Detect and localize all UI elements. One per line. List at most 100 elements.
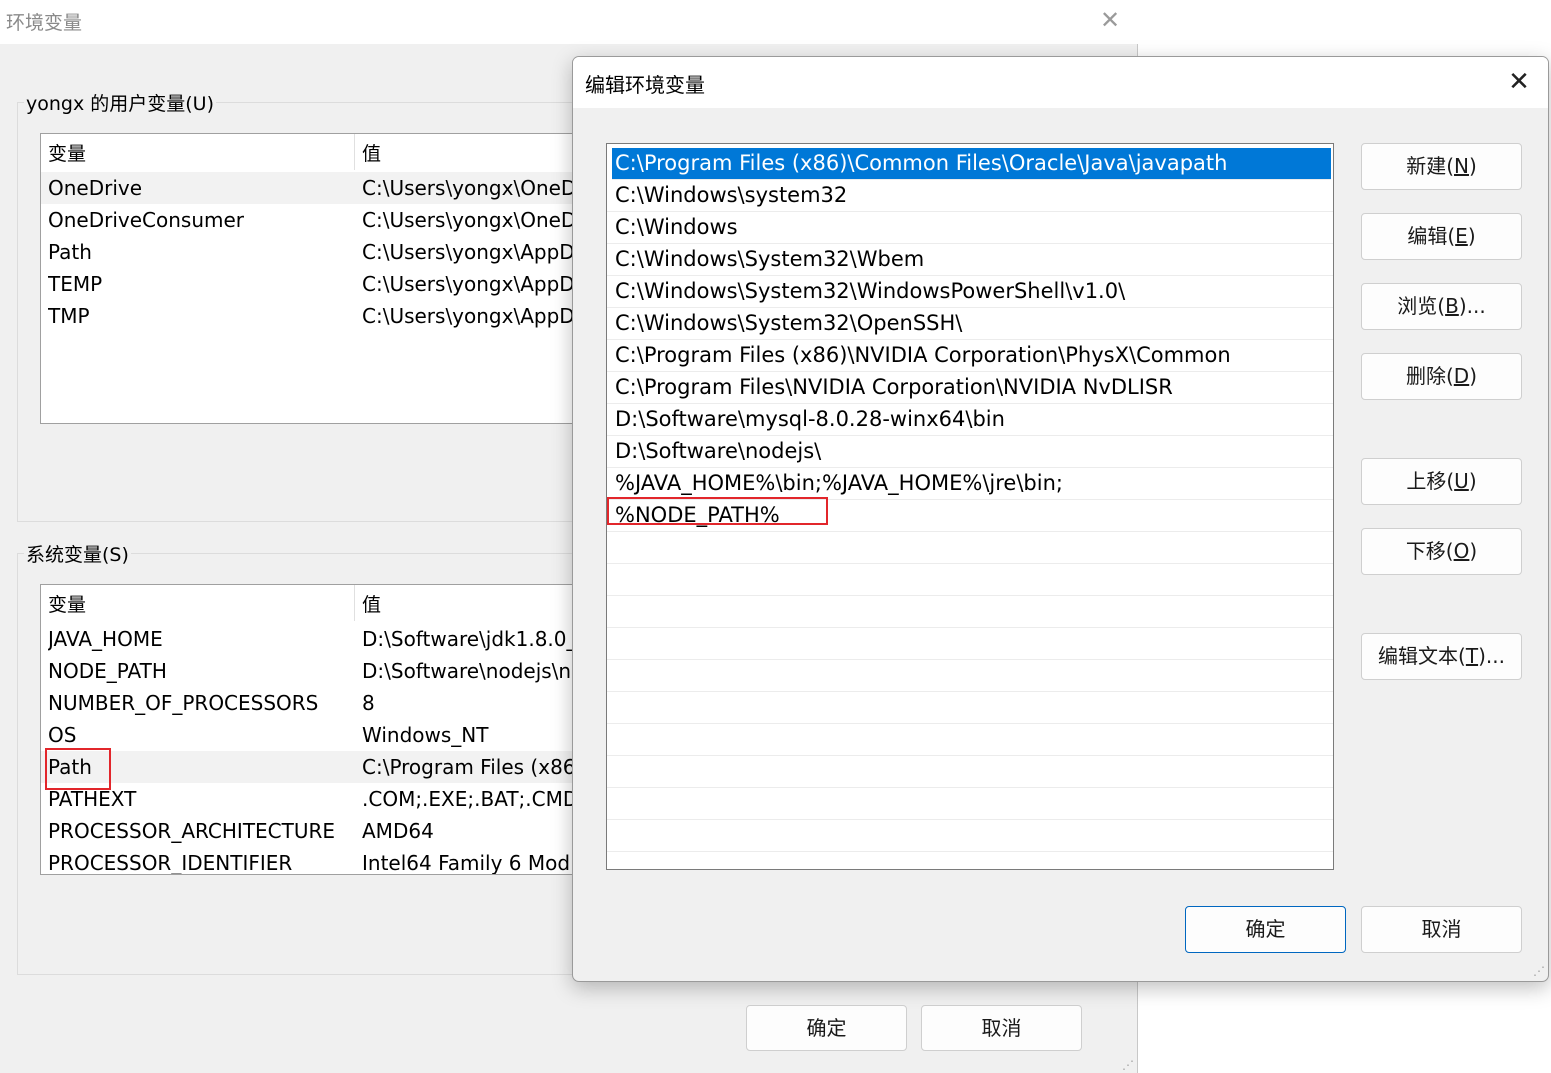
- empty-row[interactable]: [607, 724, 1333, 756]
- path-entry[interactable]: C:\Program Files\NVIDIA Corporation\NVID…: [607, 372, 1333, 404]
- variable-value: Intel64 Family 6 Mod: [362, 851, 571, 875]
- path-entry-text: C:\Windows\System32\OpenSSH\: [615, 311, 963, 335]
- variable-name: PROCESSOR_IDENTIFIER: [48, 851, 293, 875]
- env-window-title: 环境变量: [6, 12, 83, 34]
- path-entry-text: %JAVA_HOME%\bin;%JAVA_HOME%\jre\bin;: [615, 471, 1063, 495]
- table-row[interactable]: Path C:\Program Files (x86: [41, 751, 599, 783]
- edit-button[interactable]: 编辑(E): [1361, 213, 1522, 260]
- variable-value: D:\Software\jdk1.8.0_: [362, 627, 577, 651]
- table-row[interactable]: JAVA_HOME D:\Software\jdk1.8.0_: [41, 623, 599, 655]
- env-ok-button[interactable]: 确定: [746, 1005, 907, 1051]
- empty-row[interactable]: [607, 532, 1333, 564]
- path-entry-text: C:\Windows: [615, 215, 738, 239]
- edit-text-button[interactable]: 编辑文本(T)...: [1361, 633, 1522, 680]
- move-up-button[interactable]: 上移(U): [1361, 458, 1522, 505]
- variable-name: JAVA_HOME: [48, 627, 163, 651]
- path-entry[interactable]: C:\Windows\System32\Wbem: [607, 244, 1333, 276]
- variable-name: TMP: [48, 304, 90, 328]
- table-row[interactable]: TMP C:\Users\yongx\AppD: [41, 300, 599, 332]
- node-path-highlight-box: [607, 497, 828, 525]
- edit-titlebar: 编辑环境变量 ✕: [573, 57, 1548, 108]
- variable-value: C:\Users\yongx\AppD: [362, 240, 575, 264]
- column-header-value[interactable]: 值: [362, 589, 381, 621]
- path-entry[interactable]: C:\Windows: [607, 212, 1333, 244]
- table-row[interactable]: PROCESSOR_ARCHITECTURE AMD64: [41, 815, 599, 847]
- variable-name: NUMBER_OF_PROCESSORS: [48, 691, 319, 715]
- path-entry[interactable]: C:\Windows\System32\OpenSSH\: [607, 308, 1333, 340]
- column-separator[interactable]: [354, 134, 355, 170]
- empty-row[interactable]: [607, 756, 1333, 788]
- variable-value: D:\Software\nodejs\n: [362, 659, 572, 683]
- variable-value: C:\Users\yongx\OneD: [362, 176, 577, 200]
- user-variables-list[interactable]: 变量 值 OneDrive C:\Users\yongx\OneD OneDrive…: [40, 133, 600, 424]
- path-entry-text: C:\Windows\System32\WindowsPowerShell\v1…: [615, 279, 1126, 303]
- column-header-variable[interactable]: 变量: [48, 138, 86, 170]
- variable-name: OS: [48, 723, 77, 747]
- path-entry[interactable]: D:\Software\mysql-8.0.28-winx64\bin: [607, 404, 1333, 436]
- table-row[interactable]: Path C:\Users\yongx\AppD: [41, 236, 599, 268]
- path-highlight-box: [45, 748, 111, 790]
- ok-button[interactable]: 确定: [1185, 906, 1346, 953]
- table-row[interactable]: NODE_PATH D:\Software\nodejs\n: [41, 655, 599, 687]
- path-entry-text: C:\Windows\System32\Wbem: [615, 247, 925, 271]
- variable-value: Windows_NT: [362, 723, 489, 747]
- table-row[interactable]: OneDriveConsumer C:\Users\yongx\OneD: [41, 204, 599, 236]
- user-list-header: 变量 值: [41, 138, 599, 170]
- move-down-button[interactable]: 下移(O): [1361, 528, 1522, 575]
- variable-value: C:\Program Files (x86: [362, 755, 576, 779]
- table-row[interactable]: NUMBER_OF_PROCESSORS 8: [41, 687, 599, 719]
- path-entry[interactable]: C:\Windows\System32\WindowsPowerShell\v1…: [607, 276, 1333, 308]
- edit-environment-variable-dialog: 编辑环境变量 ✕ C:\Program Files (x86)\Common F…: [572, 56, 1549, 982]
- empty-row[interactable]: [607, 820, 1333, 852]
- table-row[interactable]: PROCESSOR_IDENTIFIER Intel64 Family 6 Mod: [41, 847, 599, 875]
- variable-name: Path: [48, 240, 92, 264]
- path-entry-text: D:\Software\mysql-8.0.28-winx64\bin: [615, 407, 1005, 431]
- path-entry[interactable]: D:\Software\nodejs\: [607, 436, 1333, 468]
- table-row[interactable]: TEMP C:\Users\yongx\AppD: [41, 268, 599, 300]
- path-entry[interactable]: C:\Program Files (x86)\Common Files\Orac…: [612, 148, 1331, 180]
- env-close-icon[interactable]: ✕: [1094, 4, 1126, 36]
- path-entry-text: C:\Program Files (x86)\Common Files\Orac…: [615, 151, 1228, 175]
- edit-close-icon[interactable]: ✕: [1501, 66, 1537, 98]
- variable-name: NODE_PATH: [48, 659, 167, 683]
- table-row[interactable]: OneDrive C:\Users\yongx\OneD: [41, 172, 599, 204]
- variable-value: C:\Users\yongx\OneD: [362, 208, 577, 232]
- variable-value: C:\Users\yongx\AppD: [362, 304, 575, 328]
- column-header-value[interactable]: 值: [362, 138, 381, 170]
- column-header-variable[interactable]: 变量: [48, 589, 86, 621]
- empty-row[interactable]: [607, 660, 1333, 692]
- resize-grip-icon[interactable]: ⋰: [1122, 1058, 1136, 1072]
- variable-name: OneDriveConsumer: [48, 208, 245, 232]
- variable-name: OneDrive: [48, 176, 143, 200]
- path-entry-text: C:\Program Files (x86)\NVIDIA Corporatio…: [615, 343, 1231, 367]
- path-entry[interactable]: C:\Program Files (x86)\NVIDIA Corporatio…: [607, 340, 1333, 372]
- system-variables-label: 系统变量(S): [24, 540, 131, 567]
- column-separator[interactable]: [354, 585, 355, 621]
- empty-row[interactable]: [607, 692, 1333, 724]
- empty-row[interactable]: [607, 628, 1333, 660]
- path-entry[interactable]: %JAVA_HOME%\bin;%JAVA_HOME%\jre\bin;: [607, 468, 1333, 500]
- env-titlebar: 环境变量 ✕: [0, 0, 1138, 44]
- browse-button[interactable]: 浏览(B)...: [1361, 283, 1522, 330]
- delete-button[interactable]: 删除(D): [1361, 353, 1522, 400]
- table-row[interactable]: PATHEXT .COM;.EXE;.BAT;.CMD: [41, 783, 599, 815]
- system-variables-list[interactable]: 变量 值 JAVA_HOME D:\Software\jdk1.8.0_ NODE_…: [40, 584, 600, 875]
- env-cancel-button[interactable]: 取消: [921, 1005, 1082, 1051]
- path-entry[interactable]: C:\Windows\system32: [607, 180, 1333, 212]
- edit-dialog-title: 编辑环境变量: [585, 73, 705, 97]
- empty-row[interactable]: [607, 788, 1333, 820]
- new-button[interactable]: 新建(N): [1361, 143, 1522, 190]
- path-entry-text: D:\Software\nodejs\: [615, 439, 822, 463]
- variable-value: C:\Users\yongx\AppD: [362, 272, 575, 296]
- variable-value: .COM;.EXE;.BAT;.CMD: [362, 787, 579, 811]
- table-row[interactable]: OS Windows_NT: [41, 719, 599, 751]
- cancel-button[interactable]: 取消: [1361, 906, 1522, 953]
- empty-row[interactable]: [607, 564, 1333, 596]
- resize-grip-icon[interactable]: ⋰: [1531, 964, 1545, 978]
- path-entry-text: C:\Program Files\NVIDIA Corporation\NVID…: [615, 375, 1173, 399]
- variable-value: 8: [362, 691, 375, 715]
- variable-name: PROCESSOR_ARCHITECTURE: [48, 819, 336, 843]
- variable-value: AMD64: [362, 819, 434, 843]
- variable-name: TEMP: [48, 272, 103, 296]
- empty-row[interactable]: [607, 596, 1333, 628]
